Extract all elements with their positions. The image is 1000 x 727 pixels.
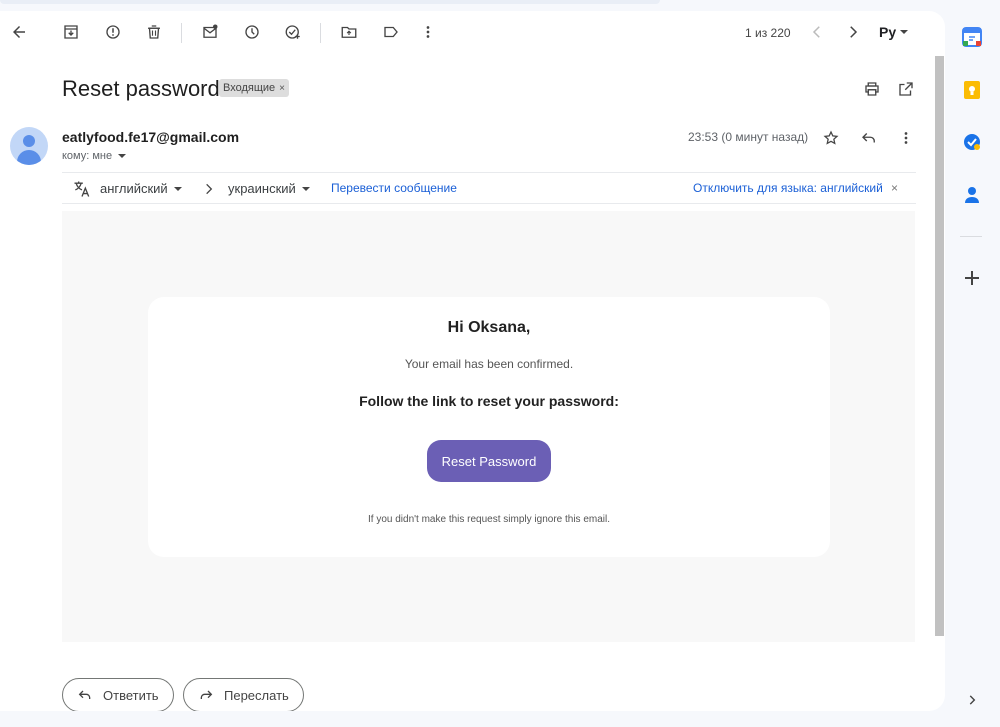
chevron-right-icon[interactable]: [842, 21, 864, 43]
move-to-folder-icon[interactable]: [338, 21, 360, 43]
inbox-label-chip[interactable]: Входящие ×: [219, 79, 289, 97]
caret-down-icon: [118, 154, 127, 158]
forward-icon: [200, 690, 213, 699]
caret-down-icon: [900, 30, 909, 34]
chevron-right-icon: [206, 183, 213, 195]
target-language-label: украинский: [228, 181, 296, 196]
disable-language-link[interactable]: Отключить для языка: английский: [693, 181, 883, 195]
target-language-selector[interactable]: украинский: [228, 181, 310, 196]
toolbar-divider: [320, 23, 321, 43]
report-spam-icon[interactable]: [102, 21, 124, 43]
remove-label-icon[interactable]: ×: [279, 83, 285, 94]
ignore-notice: If you didn't make this request simply i…: [367, 514, 611, 525]
forward-label: Переслать: [224, 687, 289, 703]
input-language-selector[interactable]: Ру: [879, 24, 909, 40]
label-icon[interactable]: [380, 21, 402, 43]
avatar-body: [17, 150, 41, 165]
calendar-icon[interactable]: [961, 26, 983, 48]
caret-down-icon: [301, 186, 310, 191]
translate-bar: английский украинский Перевести сообщени…: [62, 172, 916, 204]
back-arrow-icon[interactable]: [8, 21, 30, 43]
email-greeting: Hi Oksana,: [447, 319, 531, 336]
input-language-label: Ру: [879, 24, 897, 40]
close-translate-icon[interactable]: ×: [891, 181, 898, 195]
keep-icon[interactable]: [961, 79, 983, 101]
translate-message-link[interactable]: Перевести сообщение: [331, 181, 457, 195]
avatar-head: [23, 135, 35, 147]
recipient-text: кому: мне: [62, 150, 113, 162]
instruction-text: Follow the link to reset your password:: [359, 393, 619, 409]
email-content: Hi Oksana, Your email has been confirmed…: [62, 211, 915, 642]
reply-label: Ответить: [103, 687, 159, 703]
print-icon[interactable]: [862, 79, 882, 99]
caret-down-icon: [173, 186, 182, 191]
more-options-icon[interactable]: [895, 127, 917, 149]
side-panel-divider: [960, 236, 982, 237]
toolbar: 1 из 220 Ру: [0, 11, 945, 55]
reset-password-button[interactable]: Reset Password: [427, 440, 551, 482]
star-icon[interactable]: [820, 127, 842, 149]
reply-icon: [78, 690, 91, 699]
expand-panel-icon[interactable]: [961, 689, 983, 711]
email-timestamp: 23:53 (0 минут назад): [688, 130, 809, 144]
source-language-label: английский: [100, 181, 168, 196]
top-strip: [0, 0, 660, 4]
inbox-label-text: Входящие: [223, 82, 276, 94]
confirmation-text: Your email has been confirmed.: [404, 357, 574, 371]
open-new-window-icon[interactable]: [896, 79, 916, 99]
recipient-details[interactable]: кому: мне: [62, 150, 127, 162]
message-pane: 1 из 220 Ру Reset password Входящие × ea…: [0, 11, 945, 711]
more-vert-icon[interactable]: [417, 21, 439, 43]
reply-icon[interactable]: [858, 127, 880, 149]
pager-count: 1 из 220: [745, 26, 791, 40]
delete-icon[interactable]: [143, 21, 165, 43]
sender-avatar[interactable]: [10, 127, 48, 165]
snooze-clock-icon[interactable]: [241, 21, 263, 43]
contacts-icon[interactable]: [961, 184, 983, 206]
toolbar-divider: [181, 23, 182, 43]
email-card: Hi Oksana, Your email has been confirmed…: [148, 297, 830, 557]
mark-unread-icon[interactable]: [199, 21, 221, 43]
reply-button[interactable]: Ответить: [62, 678, 174, 711]
source-language-selector[interactable]: английский: [100, 181, 182, 196]
sender-email[interactable]: eatlyfood.fe17@gmail.com: [62, 129, 239, 145]
translate-icon: [74, 181, 90, 197]
tasks-icon[interactable]: [961, 131, 983, 153]
add-addon-icon[interactable]: [961, 267, 983, 289]
archive-icon[interactable]: [60, 21, 82, 43]
chevron-left-icon[interactable]: [806, 21, 828, 43]
forward-button[interactable]: Переслать: [183, 678, 304, 711]
scrollbar-thumb[interactable]: [935, 56, 944, 636]
email-subject: Reset password: [62, 76, 220, 101]
add-task-icon[interactable]: [282, 21, 304, 43]
